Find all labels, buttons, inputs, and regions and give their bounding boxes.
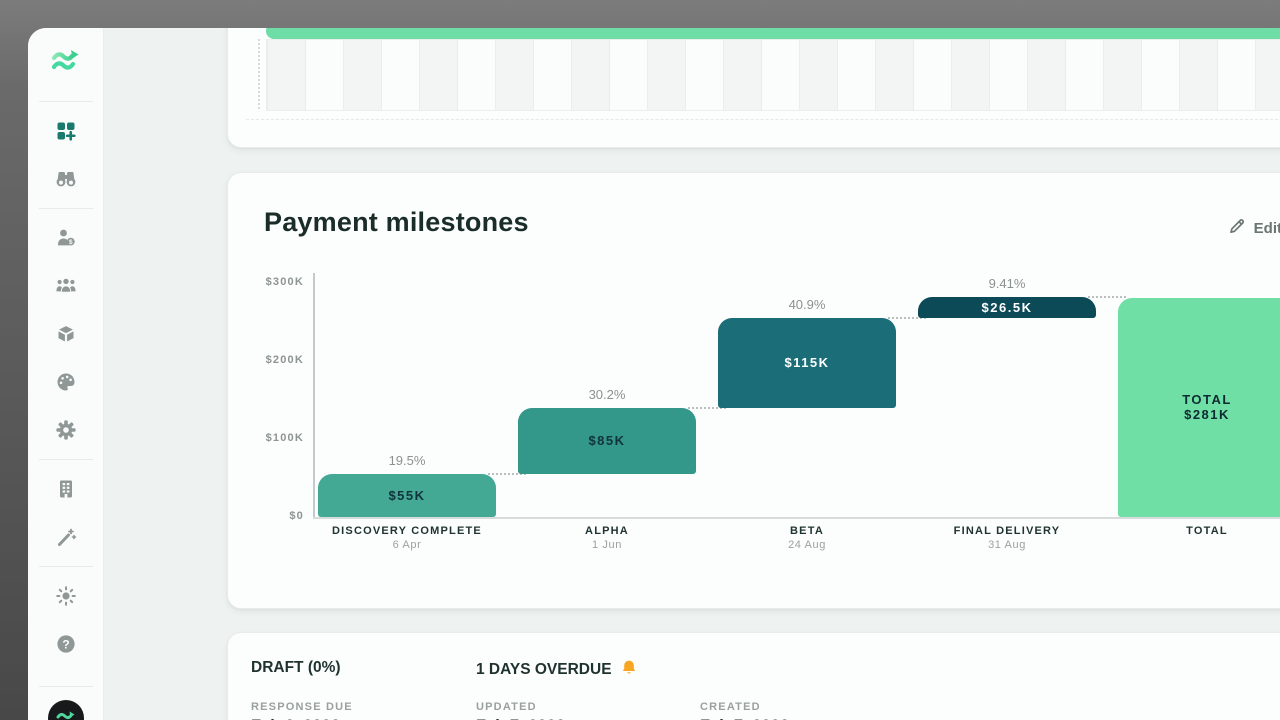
palette-icon: [54, 370, 78, 394]
timeline-grid: [266, 39, 1280, 111]
sidebar-divider: [39, 208, 93, 209]
overdue-indicator: 1 DAYS OVERDUE: [476, 659, 637, 681]
sidebar-item-automation[interactable]: [28, 513, 103, 561]
y-axis-line: [313, 273, 315, 519]
field-label: UPDATED: [476, 701, 686, 713]
bar-percent-label: 19.5%: [318, 453, 496, 468]
waterfall-bar: $85K: [518, 408, 696, 474]
x-axis-milestone-label: ALPHA: [518, 525, 696, 537]
x-axis-milestone-label: TOTAL: [1118, 525, 1280, 537]
sidebar-divider: [39, 459, 93, 460]
timeline-marker-line: [258, 39, 260, 109]
proposal-status-card: DRAFT (0%) 1 DAYS OVERDUE RESPONSE DUE F…: [227, 632, 1280, 720]
bar-percent-label: 9.41%: [918, 276, 1096, 291]
timeline-separator: [246, 119, 1280, 120]
field-created: CREATED Feb 7, 2026: [700, 701, 910, 720]
bar-percent-label: 40.9%: [718, 297, 896, 312]
waterfall-bar: $26.5K: [918, 297, 1096, 318]
dashboard-add-icon: [54, 119, 78, 143]
sidebar-item-search[interactable]: [28, 155, 103, 203]
settings-icon: [54, 418, 78, 442]
client-billing-icon: $: [54, 226, 78, 250]
app-window: $: [28, 28, 1280, 720]
connector-line: [1088, 296, 1126, 298]
sidebar-divider: [39, 101, 93, 102]
avatar[interactable]: [48, 700, 84, 720]
x-axis-milestone-label: DISCOVERY COMPLETE: [318, 525, 496, 537]
waves-avatar-icon: [53, 703, 79, 720]
waves-logo-icon: [47, 41, 85, 84]
team-icon: [54, 274, 78, 298]
y-axis-tick-label: $300K: [232, 276, 304, 288]
bell-icon: [621, 659, 637, 681]
bar-value-label: $85K: [588, 433, 625, 448]
sidebar-divider: [39, 686, 93, 687]
y-axis-tick-label: $100K: [232, 432, 304, 444]
waterfall-bar: TOTAL $281K: [1118, 298, 1280, 517]
x-axis-date-label: 31 Aug: [918, 539, 1096, 551]
svg-text:?: ?: [62, 637, 69, 651]
waterfall-bar: $55K: [318, 474, 496, 517]
field-updated: UPDATED Feb 7, 2026: [476, 701, 686, 720]
bar-value-label: $55K: [388, 488, 425, 503]
x-axis-line: [313, 517, 1280, 519]
sidebar-divider: [39, 566, 93, 567]
payment-milestones-card: Payment milestones Edit $300K$200K$100K$…: [227, 172, 1280, 609]
company-icon: [54, 477, 78, 501]
bar-value-label: TOTAL $281K: [1182, 392, 1232, 422]
x-axis-milestone-label: FINAL DELIVERY: [918, 525, 1096, 537]
overdue-label: 1 DAYS OVERDUE: [476, 661, 612, 679]
timeline-card: [227, 28, 1280, 148]
binoculars-icon: [54, 167, 78, 191]
x-axis-date-label: 6 Apr: [318, 539, 496, 551]
main-content: Payment milestones Edit $300K$200K$100K$…: [103, 28, 1280, 720]
bar-value-label: $26.5K: [982, 300, 1033, 315]
sidebar-item-dashboard[interactable]: [28, 107, 103, 155]
milestones-chart: $300K $200K $100K $0 $55K 19.5% DISCOVERY COMP…: [228, 173, 1280, 608]
timeline-total-bar: [266, 28, 1280, 39]
brightness-icon: [54, 584, 78, 608]
sidebar-item-branding[interactable]: [28, 358, 103, 406]
x-axis-date-label: 24 Aug: [718, 539, 896, 551]
svg-text:$: $: [69, 239, 73, 246]
sidebar-item-help[interactable]: ?: [28, 620, 103, 668]
field-response-due: RESPONSE DUE Feb 6, 2026: [251, 701, 461, 720]
sidebar-item-packages[interactable]: [28, 310, 103, 358]
x-axis-date-label: 1 Jun: [518, 539, 696, 551]
bar-percent-label: 30.2%: [518, 387, 696, 402]
sidebar: $: [28, 28, 104, 720]
status-badge: DRAFT (0%): [251, 659, 341, 677]
y-axis-tick-label: $200K: [232, 354, 304, 366]
sidebar-item-team[interactable]: [28, 262, 103, 310]
sidebar-item-clients[interactable]: $: [28, 214, 103, 262]
bar-value-label: $115K: [784, 355, 829, 370]
field-label: RESPONSE DUE: [251, 701, 461, 713]
field-label: CREATED: [700, 701, 910, 713]
sidebar-item-company[interactable]: [28, 465, 103, 513]
app-logo[interactable]: [28, 28, 103, 96]
sidebar-item-theme[interactable]: [28, 572, 103, 620]
magic-wand-icon: [54, 525, 78, 549]
x-axis-milestone-label: BETA: [718, 525, 896, 537]
package-icon: [54, 322, 78, 346]
help-icon: ?: [54, 632, 78, 656]
sidebar-item-settings[interactable]: [28, 406, 103, 454]
waterfall-bar: $115K: [718, 318, 896, 408]
y-axis-tick-label: $0: [232, 510, 304, 522]
